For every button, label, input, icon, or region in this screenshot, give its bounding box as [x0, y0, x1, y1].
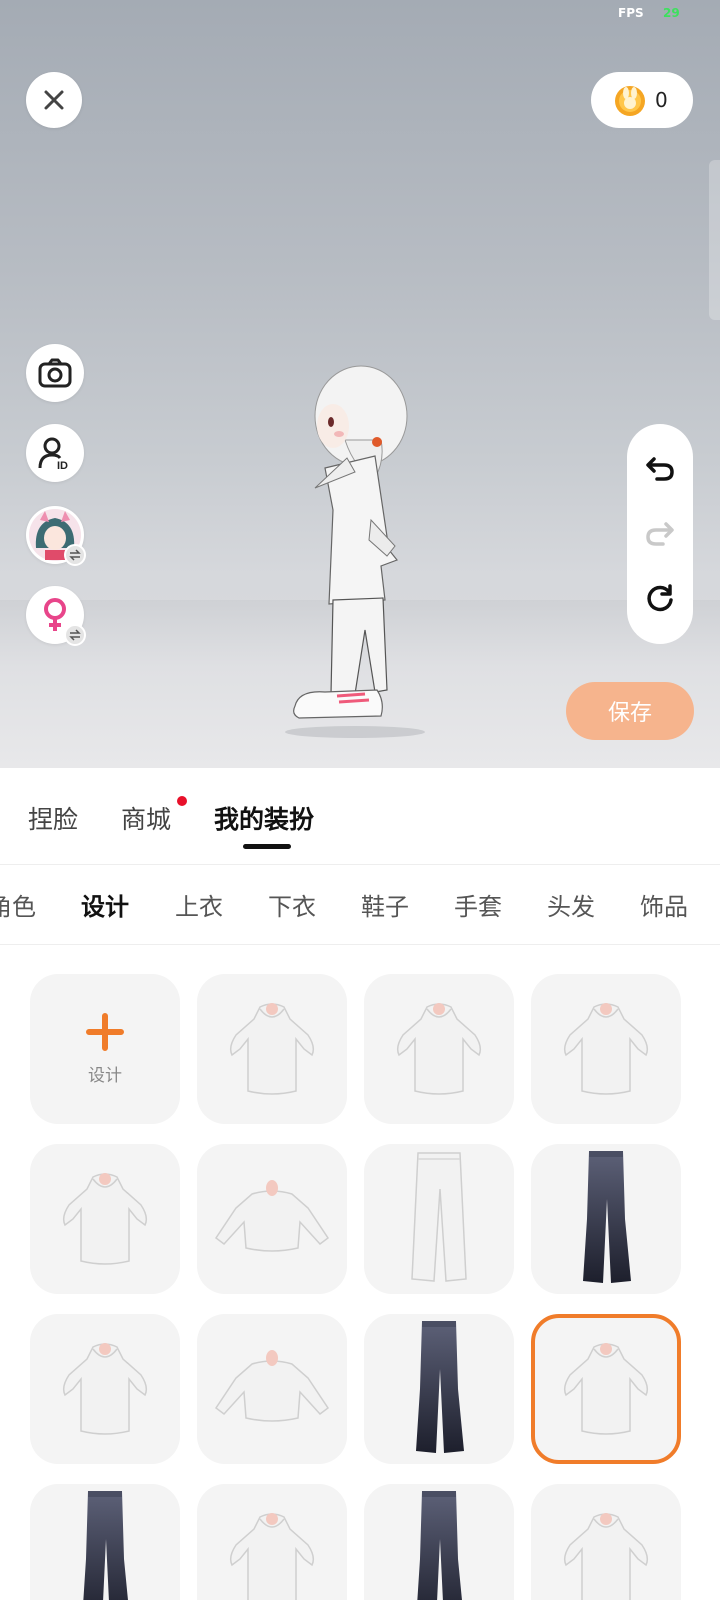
coin-count: 0 [655, 88, 668, 112]
swap-icon [69, 629, 81, 641]
history-controls [627, 424, 693, 644]
outfit-item-hoodie-dress[interactable] [197, 1484, 347, 1600]
category-bottoms[interactable]: 下衣 [268, 887, 316, 922]
hoodie-dress-icon [563, 1513, 649, 1600]
category-design[interactable]: 设计 [81, 887, 129, 922]
save-button[interactable]: 保存 [566, 682, 694, 740]
outfit-item-hoodie-dress[interactable] [197, 974, 347, 1124]
outfit-item-flare-jeans[interactable] [531, 1144, 681, 1294]
outfit-item-hoodie-dress[interactable] [531, 974, 681, 1124]
outfit-item-sweatshirt[interactable] [197, 1144, 347, 1294]
hoodie-dress-icon [229, 1003, 315, 1095]
divider [0, 944, 720, 945]
outfit-item-hoodie-dress[interactable] [30, 1314, 180, 1464]
outfit-item-hoodie-dress[interactable] [30, 1144, 180, 1294]
reset-button[interactable] [640, 579, 680, 619]
outfit-item-hoodie-dress[interactable] [531, 1314, 681, 1464]
swap-badge [64, 624, 86, 646]
fps-label: FPS [618, 6, 644, 20]
category-role[interactable]: 角色 [0, 887, 36, 922]
tab-face-edit[interactable]: 捏脸 [28, 800, 78, 836]
undo-button[interactable] [640, 449, 680, 489]
hoodie-dress-icon [62, 1173, 148, 1265]
reset-icon [647, 584, 673, 612]
gender-switch-button[interactable] [26, 586, 86, 646]
outfit-item-hoodie-dress[interactable] [364, 974, 514, 1124]
close-icon [44, 90, 64, 110]
add-design-label: 设计 [88, 1065, 122, 1086]
outfit-item-hoodie-dress[interactable] [531, 1484, 681, 1600]
avatar-character [285, 365, 425, 738]
category-tops[interactable]: 上衣 [175, 887, 223, 922]
category-gloves[interactable]: 手套 [454, 887, 502, 922]
outfit-item-flare-jeans[interactable] [30, 1484, 180, 1600]
outfit-item-sweatshirt[interactable] [197, 1314, 347, 1464]
person-id-icon: ID [38, 437, 68, 470]
flare-jeans-icon [416, 1321, 464, 1453]
wardrobe-panel: 捏脸 商城 我的装扮 角色 设计 上衣 下衣 鞋子 手套 头发 饰品 设计 [0, 768, 720, 1600]
active-tab-indicator [243, 844, 291, 849]
add-design-tile[interactable]: 设计 [30, 974, 180, 1124]
flare-jeans-icon [83, 1491, 128, 1600]
outfit-item-flare-jeans[interactable] [364, 1314, 514, 1464]
avatar-stage[interactable]: FPS 29 0 ID 保存 [0, 0, 720, 768]
hoodie-dress-icon [229, 1513, 315, 1600]
profile-id-button[interactable]: ID [26, 424, 84, 482]
redo-icon [646, 522, 674, 546]
tab-shop[interactable]: 商城 [121, 800, 171, 836]
tab-my-outfits[interactable]: 我的装扮 [214, 800, 314, 836]
flare-jeans-icon [583, 1151, 631, 1283]
flare-jeans-icon [417, 1491, 462, 1600]
plus-icon [86, 1012, 124, 1051]
category-tab-bar[interactable]: 角色 设计 上衣 下衣 鞋子 手套 头发 饰品 [0, 865, 720, 943]
outfit-item-flare-jeans[interactable] [364, 1484, 514, 1600]
undo-icon [646, 456, 674, 481]
camera-button[interactable] [26, 344, 84, 402]
hoodie-dress-icon [62, 1343, 148, 1435]
category-hair[interactable]: 头发 [547, 887, 595, 922]
swap-icon [69, 549, 81, 561]
bunny-coin-icon [615, 86, 645, 116]
hoodie-dress-icon [563, 1343, 649, 1435]
category-accessories[interactable]: 饰品 [640, 887, 688, 922]
switch-avatar-button[interactable] [26, 506, 86, 566]
category-shoes[interactable]: 鞋子 [361, 887, 409, 922]
redo-button[interactable] [640, 514, 680, 554]
hoodie-dress-icon [563, 1003, 649, 1095]
outfit-item-white-pants[interactable] [364, 1144, 514, 1294]
white-pants-icon [411, 1152, 467, 1282]
side-drawer-handle[interactable] [709, 160, 720, 320]
hoodie-dress-icon [396, 1003, 482, 1095]
svg-text:ID: ID [57, 460, 68, 470]
main-tab-bar: 捏脸 商城 我的装扮 [0, 768, 720, 864]
close-button[interactable] [26, 72, 82, 128]
sweatshirt-icon [214, 1350, 330, 1422]
camera-icon [38, 358, 72, 388]
shop-notification-dot [177, 796, 187, 806]
fps-value: 29 [663, 6, 680, 20]
coin-balance[interactable]: 0 [591, 72, 693, 128]
sweatshirt-icon [214, 1180, 330, 1252]
swap-badge [64, 544, 86, 566]
